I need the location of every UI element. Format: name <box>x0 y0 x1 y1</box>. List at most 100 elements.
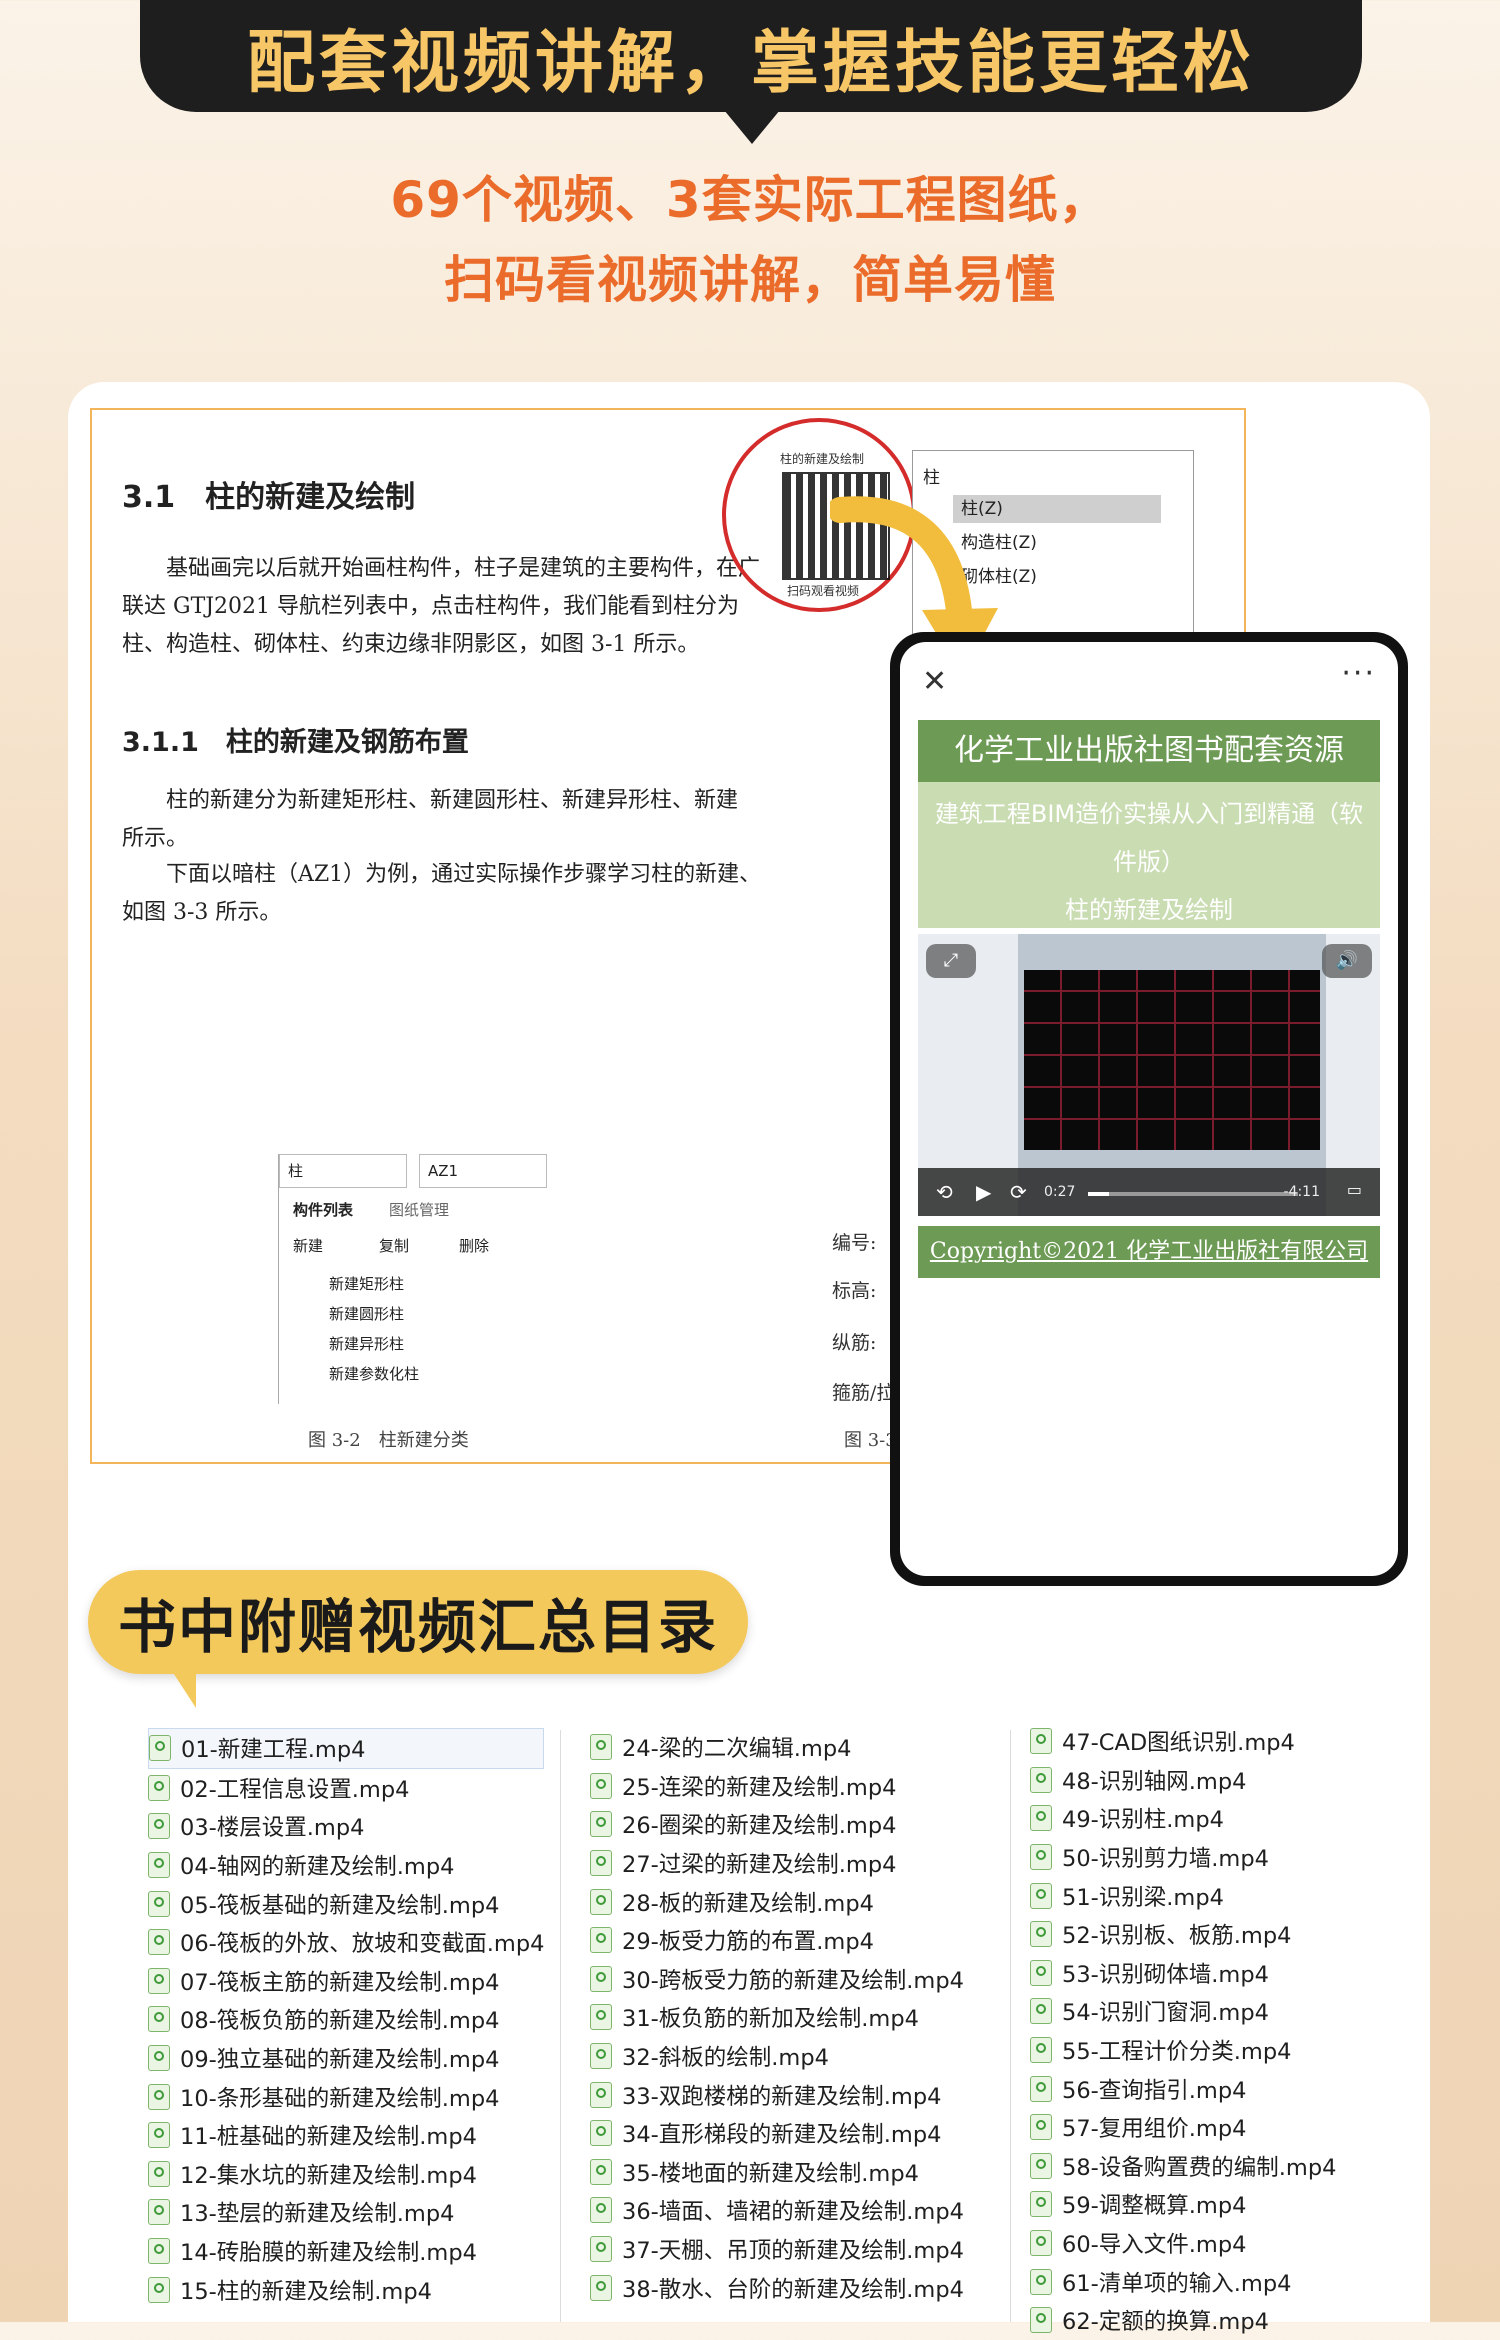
video-file-icon <box>148 1813 170 1840</box>
video-file-item[interactable]: 15-柱的新建及绘制.mp4 <box>148 2270 544 2309</box>
video-file-name: 60-导入文件.mp4 <box>1062 2232 1247 2259</box>
video-file-item[interactable]: 13-垫层的新建及绘制.mp4 <box>148 2193 544 2232</box>
video-file-item[interactable]: 28-板的新建及绘制.mp4 <box>590 1882 964 1921</box>
video-file-item[interactable]: 61-清单项的输入.mp4 <box>1030 2262 1336 2301</box>
close-icon[interactable]: ✕ <box>922 664 947 699</box>
video-file-item[interactable]: 60-导入文件.mp4 <box>1030 2224 1336 2263</box>
video-file-icon <box>1030 1882 1052 1909</box>
video-controls: ⟲ ▶ ⟳ 0:27 -4:11 ▭ <box>918 1168 1380 1216</box>
subsection-heading: 3.1.1 柱的新建及钢筋布置 <box>122 727 469 758</box>
video-file-icon <box>590 1888 612 1915</box>
video-file-name: 38-散水、台阶的新建及绘制.mp4 <box>622 2276 964 2303</box>
video-file-name: 08-筏板负筋的新建及绘制.mp4 <box>180 2008 500 2035</box>
video-file-name: 15-柱的新建及绘制.mp4 <box>180 2278 432 2305</box>
paragraph-2-line: 柱的新建分为新建矩形柱、新建圆形柱、新建异形柱、新建 <box>122 788 739 813</box>
video-file-item[interactable]: 33-双跑楼梯的新建及绘制.mp4 <box>590 2075 964 2114</box>
video-file-item[interactable]: 09-独立基础的新建及绘制.mp4 <box>148 2039 544 2078</box>
video-file-name: 59-调整概算.mp4 <box>1062 2193 1247 2220</box>
pill-pointer <box>170 1668 196 1708</box>
video-file-item[interactable]: 36-墙面、墙裙的新建及绘制.mp4 <box>590 2191 964 2230</box>
video-file-icon <box>590 1772 612 1799</box>
video-file-item[interactable]: 01-新建工程.mp4 <box>148 1728 545 1769</box>
video-file-item[interactable]: 58-设备购置费的编制.mp4 <box>1030 2147 1336 2186</box>
video-file-name: 56-查询指引.mp4 <box>1062 2077 1247 2104</box>
video-file-item[interactable]: 34-直形梯段的新建及绘制.mp4 <box>590 2114 964 2153</box>
tab-component-list: 构件列表 <box>293 1201 354 1219</box>
video-file-item[interactable]: 10-条形基础的新建及绘制.mp4 <box>148 2077 544 2116</box>
video-file-item[interactable]: 31-板负筋的新加及绘制.mp4 <box>590 1998 964 2037</box>
video-file-item[interactable]: 59-调整概算.mp4 <box>1030 2185 1336 2224</box>
video-file-item[interactable]: 12-集水坑的新建及绘制.mp4 <box>148 2155 544 2194</box>
video-file-icon <box>1030 1959 1052 1986</box>
video-file-name: 28-板的新建及绘制.mp4 <box>622 1890 874 1917</box>
video-player[interactable]: ⤢ 🔊 ⟲ ▶ ⟳ 0:27 -4:11 ▭ <box>918 934 1380 1216</box>
phone-mockup: ✕ ··· 化学工业出版社图书配套资源 建筑工程BIM造价实操从入门到精通（软 … <box>890 632 1408 1586</box>
video-file-item[interactable]: 02-工程信息设置.mp4 <box>148 1769 544 1808</box>
tab-drawing-management: 图纸管理 <box>389 1201 450 1219</box>
video-file-item[interactable]: 29-板受力筋的布置.mp4 <box>590 1921 964 1960</box>
video-file-item[interactable]: 53-识别砌体墙.mp4 <box>1030 1954 1336 1993</box>
video-file-item[interactable]: 25-连梁的新建及绘制.mp4 <box>590 1767 964 1806</box>
video-file-item[interactable]: 62-定额的换算.mp4 <box>1030 2301 1336 2340</box>
video-file-item[interactable]: 35-楼地面的新建及绘制.mp4 <box>590 2153 964 2192</box>
fullscreen-icon[interactable]: ⤢ <box>926 944 976 978</box>
paragraph-3-line: 下面以暗柱（AZ1）为例，通过实际操作步骤学习柱的新建、 <box>122 862 762 887</box>
video-file-icon <box>590 1965 612 1992</box>
video-file-icon <box>148 2122 170 2149</box>
video-file-name: 12-集水坑的新建及绘制.mp4 <box>180 2162 477 2189</box>
video-file-item[interactable]: 51-识别梁.mp4 <box>1030 1876 1336 1915</box>
video-file-icon <box>1030 2075 1052 2102</box>
video-file-icon <box>590 2197 612 2224</box>
video-file-name: 53-识别砌体墙.mp4 <box>1062 1961 1269 1988</box>
video-file-item[interactable]: 27-过梁的新建及绘制.mp4 <box>590 1844 964 1883</box>
banner-pointer <box>724 110 780 144</box>
video-file-item[interactable]: 52-识别板、板筋.mp4 <box>1030 1915 1336 1954</box>
video-file-item[interactable]: 11-桩基础的新建及绘制.mp4 <box>148 2116 544 2155</box>
video-file-item[interactable]: 55-工程计价分类.mp4 <box>1030 2031 1336 2070</box>
video-file-item[interactable]: 50-识别剪力墙.mp4 <box>1030 1838 1336 1877</box>
video-file-item[interactable]: 26-圈梁的新建及绘制.mp4 <box>590 1805 964 1844</box>
video-file-name: 14-砖胎膜的新建及绘制.mp4 <box>180 2240 477 2267</box>
video-file-item[interactable]: 30-跨板受力筋的新建及绘制.mp4 <box>590 1960 964 1999</box>
video-file-item[interactable]: 56-查询指引.mp4 <box>1030 2069 1336 2108</box>
video-file-item[interactable]: 03-楼层设置.mp4 <box>148 1807 544 1846</box>
video-file-item[interactable]: 57-复用组价.mp4 <box>1030 2108 1336 2147</box>
video-file-name: 34-直形梯段的新建及绘制.mp4 <box>622 2122 942 2149</box>
video-file-item[interactable]: 49-识别柱.mp4 <box>1030 1799 1336 1838</box>
video-file-item[interactable]: 14-砖胎膜的新建及绘制.mp4 <box>148 2232 544 2271</box>
phone-screen: ✕ ··· 化学工业出版社图书配套资源 建筑工程BIM造价实操从入门到精通（软 … <box>900 642 1398 1576</box>
more-icon[interactable]: ··· <box>1341 656 1376 691</box>
video-file-item[interactable]: 32-斜板的绘制.mp4 <box>590 2037 964 2076</box>
video-file-item[interactable]: 07-筏板主筋的新建及绘制.mp4 <box>148 1962 544 2001</box>
video-file-item[interactable]: 06-筏板的外放、放坡和变截面.mp4 <box>148 1923 544 1962</box>
copyright-link[interactable]: Copyright©2021 化学工业出版社有限公司 <box>918 1226 1380 1278</box>
video-file-icon <box>148 1890 170 1917</box>
video-file-item[interactable]: 08-筏板负筋的新建及绘制.mp4 <box>148 2000 544 2039</box>
video-file-icon <box>148 1929 170 1956</box>
forward-icon[interactable]: ⟳ <box>1010 1180 1027 1204</box>
video-file-name: 58-设备购置费的编制.mp4 <box>1062 2154 1337 2181</box>
video-file-icon <box>590 2274 612 2301</box>
video-file-item[interactable]: 48-识别轴网.mp4 <box>1030 1761 1336 1800</box>
play-icon[interactable]: ▶ <box>976 1180 991 1204</box>
volume-icon[interactable]: 🔊 <box>1322 944 1372 978</box>
video-file-item[interactable]: 38-散水、台阶的新建及绘制.mp4 <box>590 2268 964 2307</box>
current-time: 0:27 <box>1044 1184 1076 1200</box>
video-file-icon <box>1030 2268 1052 2295</box>
rewind-icon[interactable]: ⟲ <box>936 1180 953 1204</box>
video-file-item[interactable]: 37-天棚、吊顶的新建及绘制.mp4 <box>590 2230 964 2269</box>
section-heading: 3.1 柱的新建及绘制 <box>122 480 416 515</box>
video-file-item[interactable]: 54-识别门窗洞.mp4 <box>1030 1992 1336 2031</box>
progress-track[interactable] <box>1088 1192 1298 1196</box>
video-file-item[interactable]: 05-筏板基础的新建及绘制.mp4 <box>148 1884 544 1923</box>
video-file-item[interactable]: 04-轴网的新建及绘制.mp4 <box>148 1846 544 1885</box>
video-file-name: 25-连梁的新建及绘制.mp4 <box>622 1774 897 1801</box>
video-file-item[interactable]: 47-CAD图纸识别.mp4 <box>1030 1722 1336 1761</box>
video-file-icon <box>148 2160 170 2187</box>
airplay-icon[interactable]: ▭ <box>1347 1180 1362 1199</box>
video-file-name: 27-过梁的新建及绘制.mp4 <box>622 1852 897 1879</box>
video-file-name: 51-识别梁.mp4 <box>1062 1884 1224 1911</box>
video-file-item[interactable]: 24-梁的二次编辑.mp4 <box>590 1728 964 1767</box>
video-file-icon <box>1030 1844 1052 1871</box>
video-file-icon <box>148 1852 170 1879</box>
